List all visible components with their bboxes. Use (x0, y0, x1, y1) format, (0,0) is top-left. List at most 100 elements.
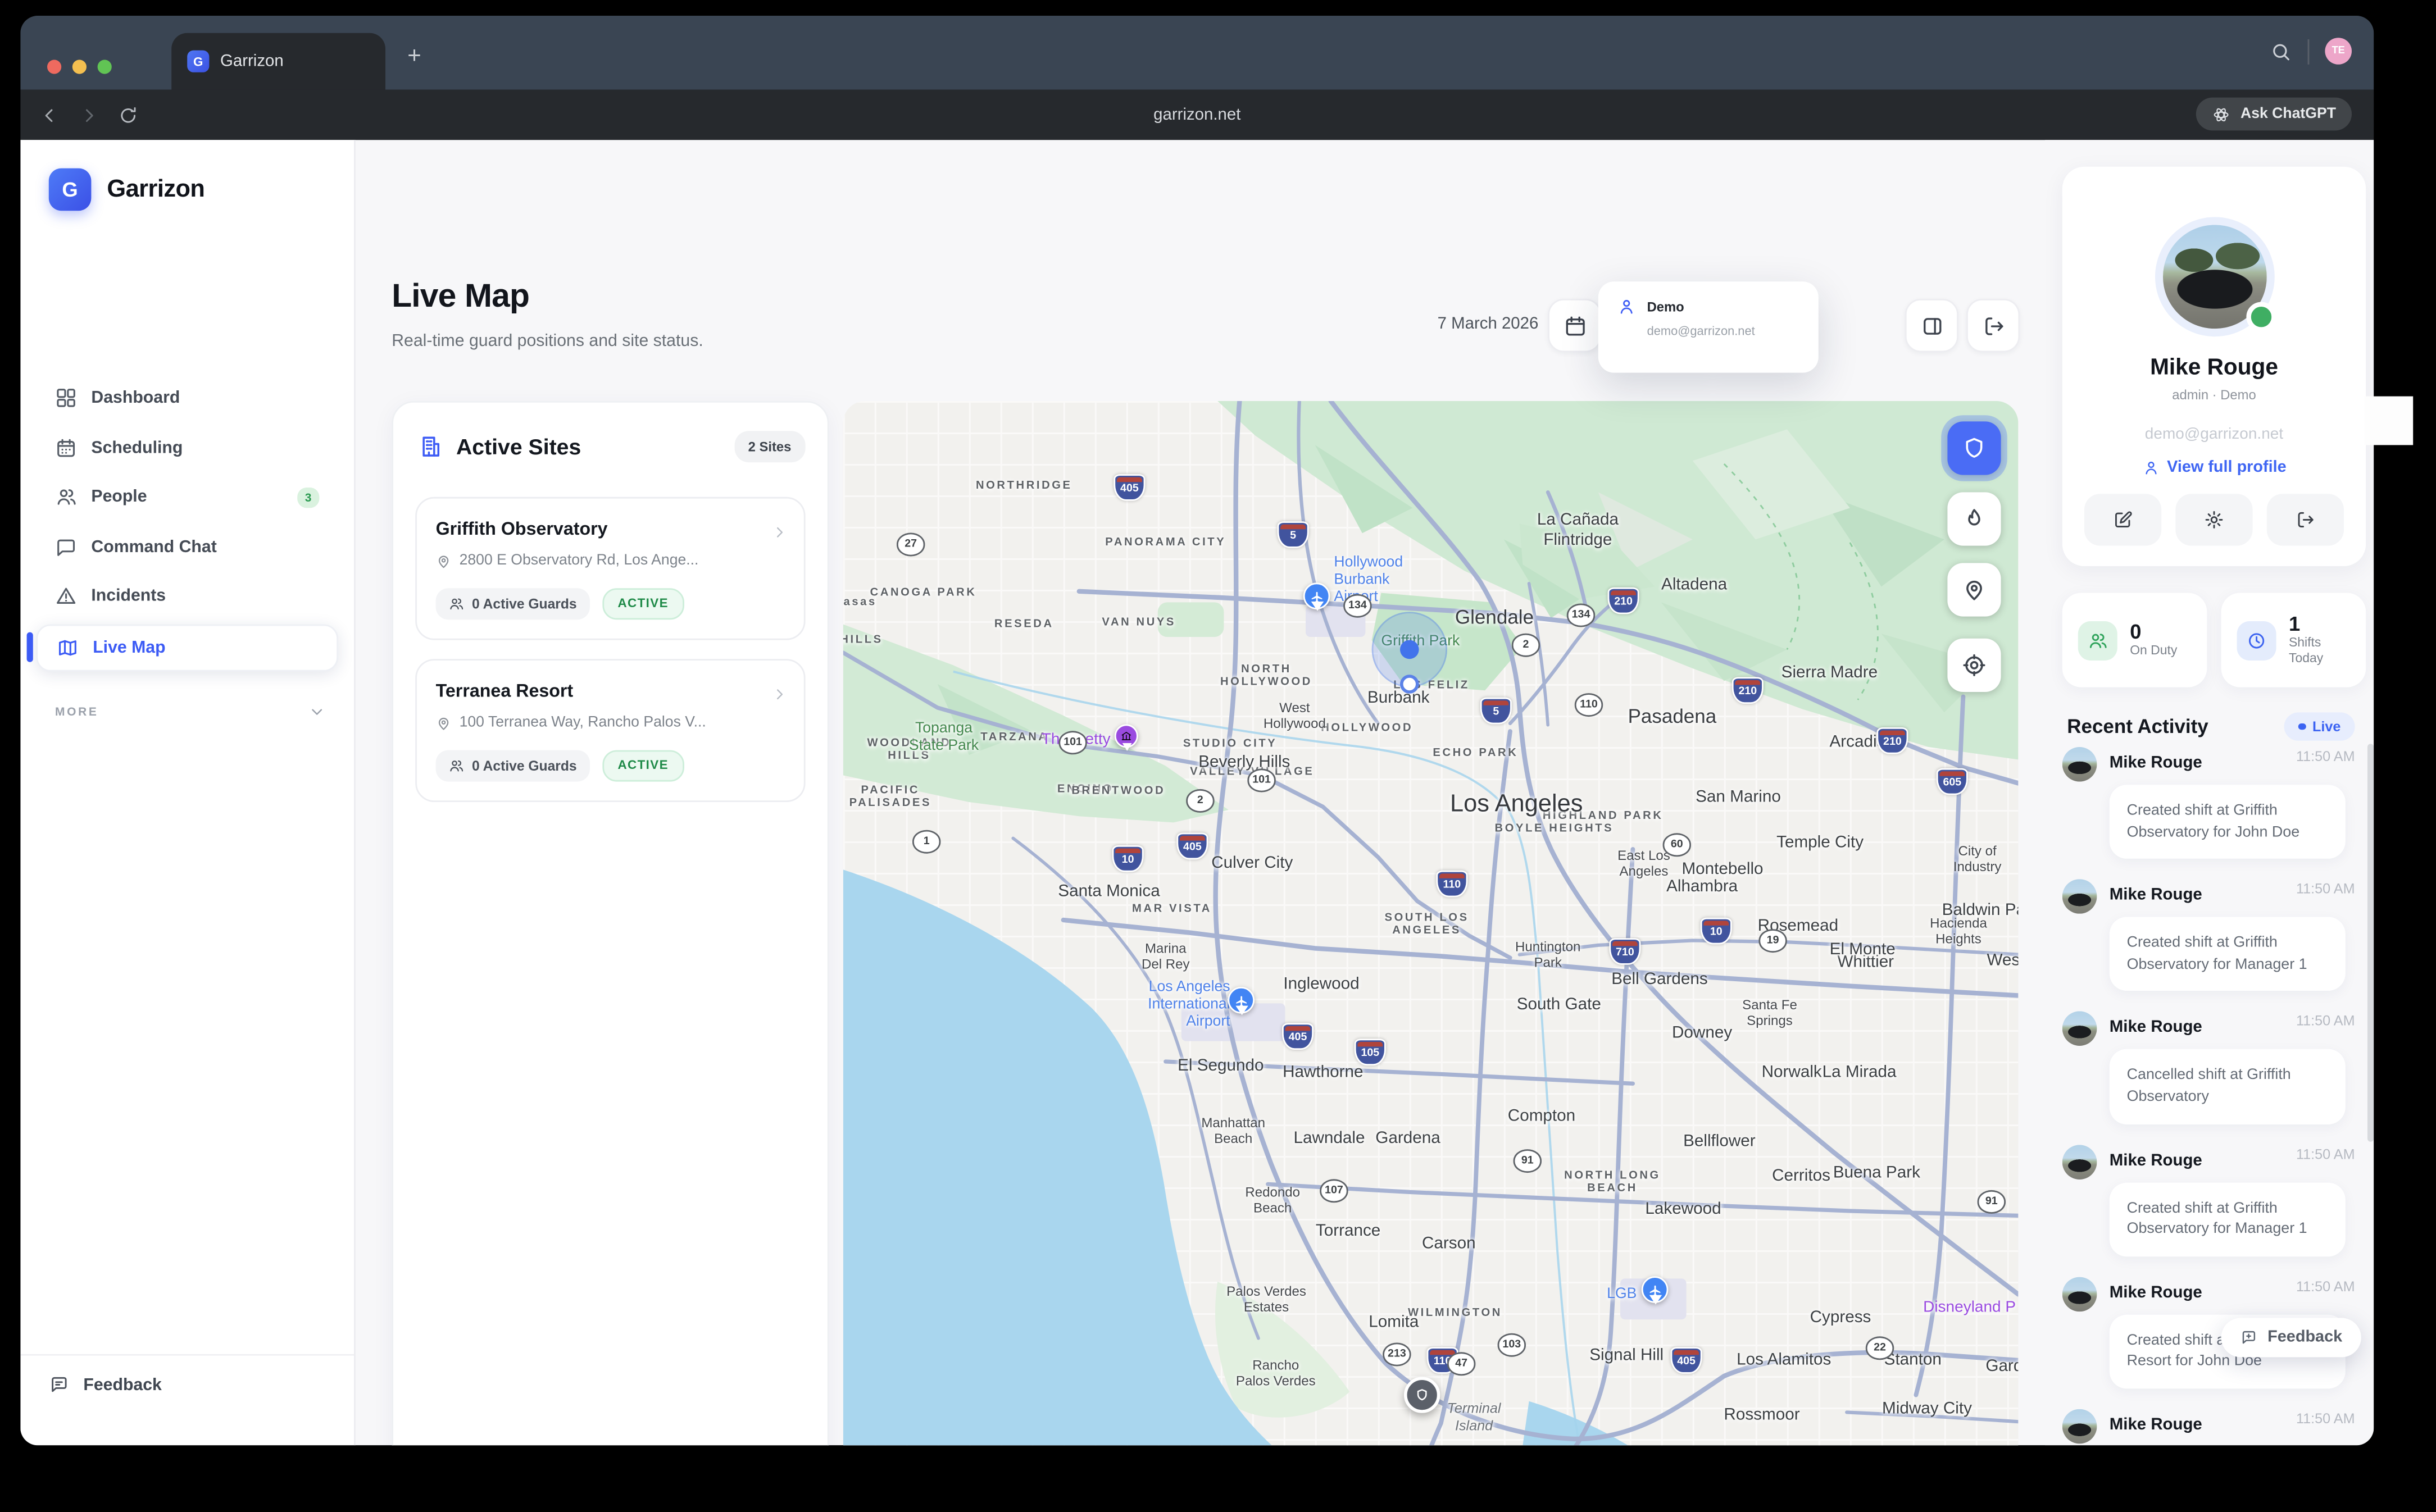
browser-tab[interactable]: G Garrizon (171, 33, 385, 90)
map-label: Alhambra (1666, 877, 1738, 897)
map-labels-layer: NORTHRIDGEPANORAMA CITYCANOGA PARKbasasS… (843, 401, 2019, 1445)
minimize-window-button[interactable] (72, 60, 87, 74)
profile-email: demo@garrizon.net (2062, 426, 2366, 444)
route-shield-10: 10 (1112, 845, 1144, 872)
logout-button[interactable] (2267, 494, 2344, 545)
activity-scrollbar[interactable] (2367, 744, 2374, 1141)
map-label: Garde (1985, 1357, 2018, 1377)
activity-message: Created shift at Griffith Observatory fo… (2110, 785, 2346, 859)
map-label: South Gate (1517, 995, 1601, 1015)
route-shield-107: 107 (1320, 1179, 1348, 1202)
map-label: Cerritos (1772, 1167, 1830, 1186)
popover-user-name: Demo (1647, 299, 1684, 315)
site-card[interactable]: Terranea Resort100 Terranea Way, Rancho … (415, 659, 805, 802)
map-label: Pasadena (1628, 705, 1717, 728)
online-status-dot (2246, 302, 2275, 332)
sidebar-item-incidents[interactable]: Incidents (36, 574, 338, 618)
site-marker-terranea-resort[interactable] (1404, 1377, 1440, 1413)
sites-layer-button[interactable] (1947, 563, 2001, 616)
poi-pin-the-getty (1115, 724, 1138, 748)
shield-icon (1962, 436, 1987, 461)
sidebar-feedback[interactable]: Feedback (49, 1374, 162, 1395)
site-address: 2800 E Observatory Rd, Los Ange... (436, 552, 785, 570)
activity-time: 11:50 AM (2296, 1411, 2355, 1427)
search-icon[interactable] (2270, 40, 2292, 62)
user-popover[interactable]: Demo demo@garrizon.net (1598, 281, 1819, 372)
map-label: Sierra Madre (1781, 663, 1878, 683)
window-controls[interactable] (47, 60, 112, 74)
ask-chatgpt-button[interactable]: Ask ChatGPT (2197, 98, 2352, 131)
close-window-button[interactable] (47, 60, 61, 74)
sidebar-item-live-map[interactable]: Live Map (36, 623, 338, 671)
back-icon[interactable] (39, 104, 60, 125)
panel-toggle-button[interactable] (1905, 299, 1958, 352)
map-label: Rancho Palos Verdes (1236, 1357, 1316, 1389)
panel-right-icon (1920, 314, 1943, 338)
site-card[interactable]: Griffith Observatory2800 E Observatory R… (415, 497, 805, 640)
map-label: Beverly Hills (1198, 753, 1290, 773)
view-full-profile-link[interactable]: View full profile (2062, 459, 2366, 477)
route-shield-91: 91 (1514, 1149, 1542, 1172)
activity-item: 11:50 AMMike RougeCreated shift at Griff… (2062, 880, 2355, 991)
map-label: Cypress (1810, 1308, 1871, 1328)
calendar-button[interactable] (1548, 299, 1601, 352)
sidebar-more[interactable]: MORE (55, 703, 326, 721)
route-shield-605: 605 (1937, 768, 1968, 795)
forward-icon[interactable] (79, 104, 99, 125)
sidebar-item-label: People (91, 488, 147, 507)
crosshair-icon (1962, 653, 1987, 678)
chevron-right-icon[interactable] (771, 682, 788, 700)
route-shield-2: 2 (1512, 634, 1540, 657)
shield-icon (1415, 1388, 1429, 1402)
stat-value: 0 (2130, 621, 2177, 643)
map-label: Signal Hill (1589, 1346, 1664, 1365)
map-label: NORTH LONG BEACH (1564, 1169, 1661, 1196)
avatar (2062, 1144, 2097, 1179)
sidebar-item-command-chat[interactable]: Command Chat (36, 525, 338, 568)
heatmap-layer-button[interactable] (1947, 492, 2001, 545)
app-content: G Garrizon DashboardSchedulingPeople3Com… (20, 140, 2374, 1445)
airport-pin-burbank (1303, 582, 1330, 609)
reload-icon[interactable] (118, 104, 138, 125)
map-label: Downey (1672, 1023, 1732, 1043)
map-label: basas (843, 596, 877, 609)
chevron-down-icon (308, 703, 326, 721)
route-shield-5: 5 (1480, 698, 1512, 725)
right-panel: Mike Rouge admin · Demo demo@garrizon.ne… (2045, 140, 2374, 1445)
sidebar-item-scheduling[interactable]: Scheduling (36, 425, 338, 469)
active-guards-pill: 0 Active Guards (436, 750, 589, 782)
address-url[interactable]: garrizon.net (1153, 106, 1240, 125)
calendar-icon (55, 436, 77, 458)
guards-layer-button[interactable] (1947, 421, 2001, 475)
feedback-button[interactable]: Feedback (2222, 1318, 2361, 1357)
active-sites-title: Active Sites (456, 434, 581, 459)
browser-profile-avatar[interactable]: TE (2325, 38, 2352, 65)
locate-me-button[interactable] (1947, 639, 2001, 692)
avatar (2062, 1012, 2097, 1047)
edit-profile-button[interactable] (2084, 494, 2161, 545)
chevron-right-icon[interactable] (771, 521, 788, 538)
avatar (2062, 1409, 2097, 1444)
live-map[interactable]: NORTHRIDGEPANORAMA CITYCANOGA PARKbasasS… (843, 401, 2019, 1445)
activity-user-name: Mike Rouge (2110, 1018, 2202, 1037)
sidebar-nav: Dashboard Scheduling People3 Command Chat In… (36, 376, 338, 676)
settings-button[interactable] (2175, 494, 2252, 545)
brand-name: Garrizon (107, 175, 204, 203)
route-shield-134: 134 (1567, 604, 1595, 627)
header-logout-button[interactable] (1966, 299, 2020, 352)
status-badge: ACTIVE (602, 750, 684, 782)
map-label: Los Angeles International Airport (1148, 978, 1230, 1031)
route-shield-60: 60 (1663, 833, 1691, 856)
sidebar-item-people[interactable]: People3 (36, 475, 338, 519)
date-label: 7 March 2026 (1310, 299, 1538, 349)
profile-card: Mike Rouge admin · Demo demo@garrizon.ne… (2062, 167, 2366, 566)
activity-item: 11:50 AMMike RougeCreated shift at Griff… (2062, 747, 2355, 859)
map-label: Norwalk (1762, 1063, 1822, 1082)
maximize-window-button[interactable] (98, 60, 112, 74)
new-tab-button[interactable]: + (407, 44, 421, 67)
sidebar-item-dashboard[interactable]: Dashboard (36, 376, 338, 420)
activity-time: 11:50 AM (2296, 881, 2355, 897)
route-shield-110: 110 (1436, 871, 1467, 898)
stat-label: Shifts Today (2289, 635, 2323, 667)
profile-role: admin · Demo (2062, 387, 2366, 403)
